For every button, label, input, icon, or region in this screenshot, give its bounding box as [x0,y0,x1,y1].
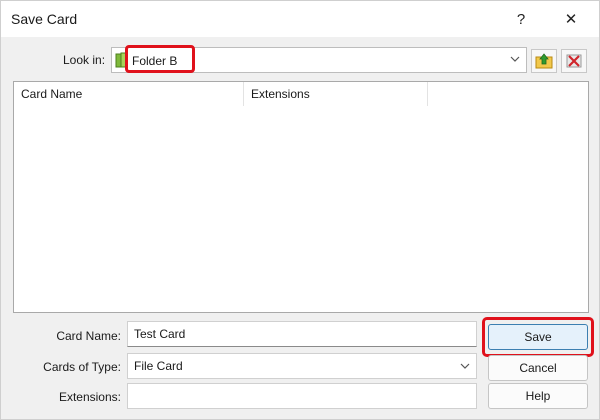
delete-icon [566,54,582,68]
up-folder-button[interactable] [531,49,557,73]
dialog-title: Save Card [11,11,78,27]
help-button[interactable]: Help [488,383,588,409]
save-card-dialog: Save Card ? ✕ Look in: Folder B Card Nam… [0,0,600,420]
extensions-label: Extensions: [58,390,121,404]
card-name-input[interactable]: Test Card [127,321,477,347]
close-icon: ✕ [564,11,578,28]
close-button[interactable]: ✕ [549,5,593,33]
extensions-input[interactable] [127,383,477,409]
help-label: Help [525,389,551,403]
look-in-label: Look in: [63,53,106,67]
save-highlight [482,317,594,357]
cards-of-type-dropdown[interactable]: File Card [127,353,477,379]
cancel-label: Cancel [519,361,557,375]
card-name-label: Card Name: [56,329,121,343]
chevron-down-icon [460,363,470,369]
help-title-button[interactable]: ? [499,5,543,33]
cards-of-type-label: Cards of Type: [43,360,121,374]
card-list[interactable]: Card Name Extensions [13,81,589,313]
up-folder-icon [535,53,553,69]
cards-of-type-value: File Card [134,359,183,373]
chevron-down-icon [510,56,520,62]
look-in-highlight [125,45,195,73]
card-name-value: Test Card [134,327,186,341]
column-header-card-name[interactable]: Card Name [14,82,244,106]
delete-button[interactable] [561,49,587,73]
cancel-button[interactable]: Cancel [488,355,588,381]
column-header-extensions[interactable]: Extensions [244,82,428,106]
title-bar: Save Card ? ✕ [1,1,599,37]
question-icon: ? [516,10,526,28]
